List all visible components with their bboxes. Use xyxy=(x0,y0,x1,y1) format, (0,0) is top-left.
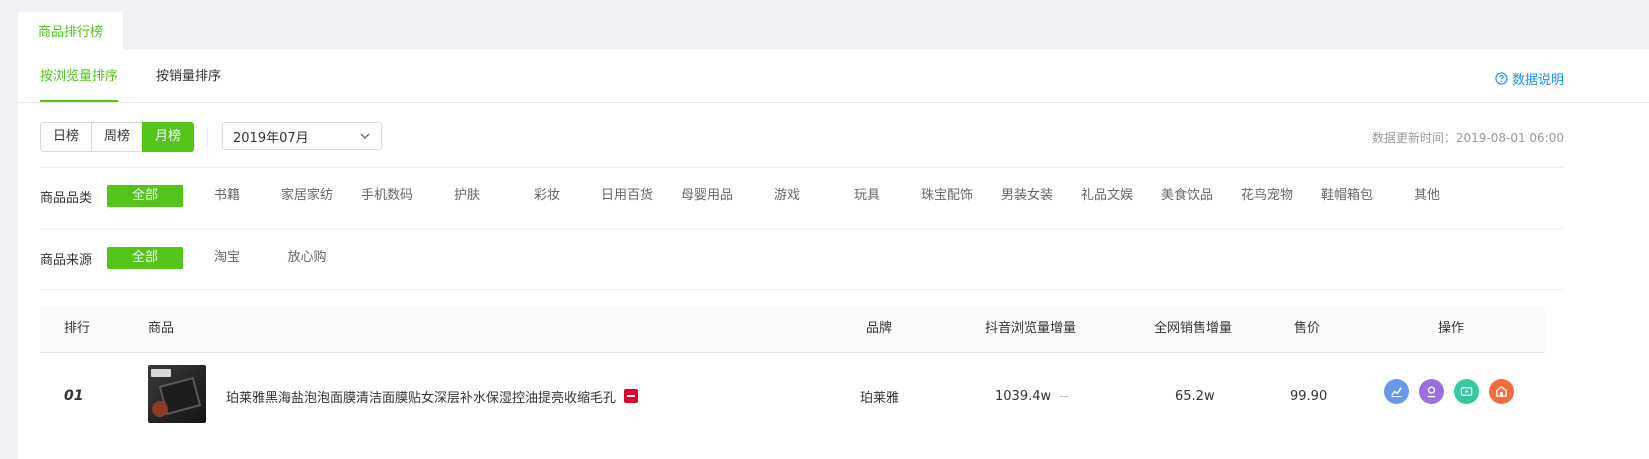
main-panel: 按浏览量排序 按销量排序 数据说明 日榜 周榜 月榜 2019年07月 数据更新… xyxy=(18,49,1649,459)
header-sales: 全网销售增量 xyxy=(1154,321,1233,336)
daily-button[interactable]: 日榜 xyxy=(40,122,93,152)
sales-cell: 65.2w xyxy=(1175,388,1215,404)
rank-number: 01 xyxy=(64,388,84,404)
period-switch: 日榜 周榜 月榜 xyxy=(40,122,195,152)
source-option[interactable]: 放心购 xyxy=(267,247,347,269)
month-select-value: 2019年07月 xyxy=(233,130,309,146)
update-time: 数据更新时间：2019-08-01 06:00 xyxy=(1372,129,1564,146)
store-icon[interactable] xyxy=(1489,379,1514,404)
table-header: 排行 商品 品牌 抖音浏览量增量 全网销售增量 售价 操作 xyxy=(40,306,1545,353)
vertical-divider xyxy=(207,128,208,146)
category-option[interactable]: 美食饮品 xyxy=(1147,185,1227,207)
category-option[interactable]: 男装女装 xyxy=(987,185,1067,207)
tab-divider xyxy=(18,102,1649,103)
sort-tabs: 按浏览量排序 按销量排序 xyxy=(40,49,259,102)
header-actions: 操作 xyxy=(1438,321,1465,336)
page-tab-product-ranking[interactable]: 商品排行榜 xyxy=(18,12,123,49)
category-option[interactable]: 鞋帽箱包 xyxy=(1307,185,1387,207)
data-explanation-link[interactable]: 数据说明 xyxy=(1495,69,1564,88)
user-profile-icon[interactable] xyxy=(1419,379,1444,404)
monthly-button[interactable]: 月榜 xyxy=(142,122,195,152)
update-time-label: 数据更新时间： xyxy=(1371,131,1456,145)
category-option[interactable]: 书籍 xyxy=(187,185,267,207)
month-select[interactable]: 2019年07月 xyxy=(222,122,382,150)
category-option[interactable]: 护肤 xyxy=(427,185,507,207)
divider xyxy=(40,289,1564,290)
category-option[interactable]: 礼品文娱 xyxy=(1067,185,1147,207)
source-option[interactable]: 淘宝 xyxy=(187,247,267,269)
category-option[interactable]: 珠宝配饰 xyxy=(907,185,987,207)
source-option[interactable]: 全部 xyxy=(107,247,183,269)
category-option[interactable]: 日用百货 xyxy=(587,185,667,207)
category-option[interactable]: 游戏 xyxy=(747,185,827,207)
price-cell: 99.90 xyxy=(1290,388,1328,404)
action-buttons xyxy=(1384,379,1514,404)
header-brand: 品牌 xyxy=(866,321,893,336)
video-icon[interactable] xyxy=(1454,379,1479,404)
category-option[interactable]: 全部 xyxy=(107,185,183,207)
trend-chart-icon[interactable] xyxy=(1384,379,1409,404)
product-cell: 珀莱雅黑海盐泡泡面膜清洁面膜贴女深层补水保湿控油提亮收缩毛孔 xyxy=(226,353,639,439)
header-rank: 排行 xyxy=(64,321,91,336)
tab-sort-by-sales[interactable]: 按销量排序 xyxy=(156,49,221,102)
category-option[interactable]: 其他 xyxy=(1387,185,1467,207)
category-option[interactable]: 花鸟宠物 xyxy=(1227,185,1307,207)
help-circle-icon xyxy=(1495,72,1508,85)
chevron-down-icon xyxy=(360,133,370,139)
weekly-button[interactable]: 周榜 xyxy=(91,122,144,152)
product-title[interactable]: 珀莱雅黑海盐泡泡面膜清洁面膜贴女深层补水保湿控油提亮收缩毛孔 xyxy=(226,387,616,406)
category-option[interactable]: 母婴用品 xyxy=(667,185,747,207)
category-option[interactable]: 手机数码 xyxy=(347,185,427,207)
category-filter-label: 商品品类 xyxy=(40,190,93,206)
data-explanation-label: 数据说明 xyxy=(1511,73,1564,88)
views-cell: 1039.4w -- xyxy=(995,353,1069,439)
category-filter: 商品品类 全部 书籍 家居家纺 手机数码 护肤 彩妆 日用百货 母婴用品 游戏 … xyxy=(40,184,1467,208)
header-price: 售价 xyxy=(1294,321,1321,336)
update-time-value: 2019-08-01 06:00 xyxy=(1455,131,1564,145)
brand-cell: 珀莱雅 xyxy=(860,390,900,406)
divider xyxy=(40,167,1564,168)
divider xyxy=(40,228,1564,229)
category-option[interactable]: 玩具 xyxy=(827,185,907,207)
table-row[interactable]: 01 珀莱雅黑海盐泡泡面膜清洁面膜贴女深层补水保湿控油提亮收缩毛孔 珀莱雅 10… xyxy=(40,353,1545,459)
header-product: 商品 xyxy=(148,321,175,336)
tab-sort-by-views[interactable]: 按浏览量排序 xyxy=(40,49,119,102)
category-option[interactable]: 彩妆 xyxy=(507,185,587,207)
header-views: 抖音浏览量增量 xyxy=(985,321,1077,336)
source-filter-label: 商品来源 xyxy=(40,252,93,268)
source-filter: 商品来源 全部 淘宝 放心购 xyxy=(40,246,347,270)
views-trend: -- xyxy=(1059,388,1069,404)
tmall-badge-icon xyxy=(624,389,639,403)
product-thumbnail[interactable] xyxy=(148,365,206,423)
views-value: 1039.4w xyxy=(995,388,1052,404)
category-option[interactable]: 家居家纺 xyxy=(267,185,347,207)
